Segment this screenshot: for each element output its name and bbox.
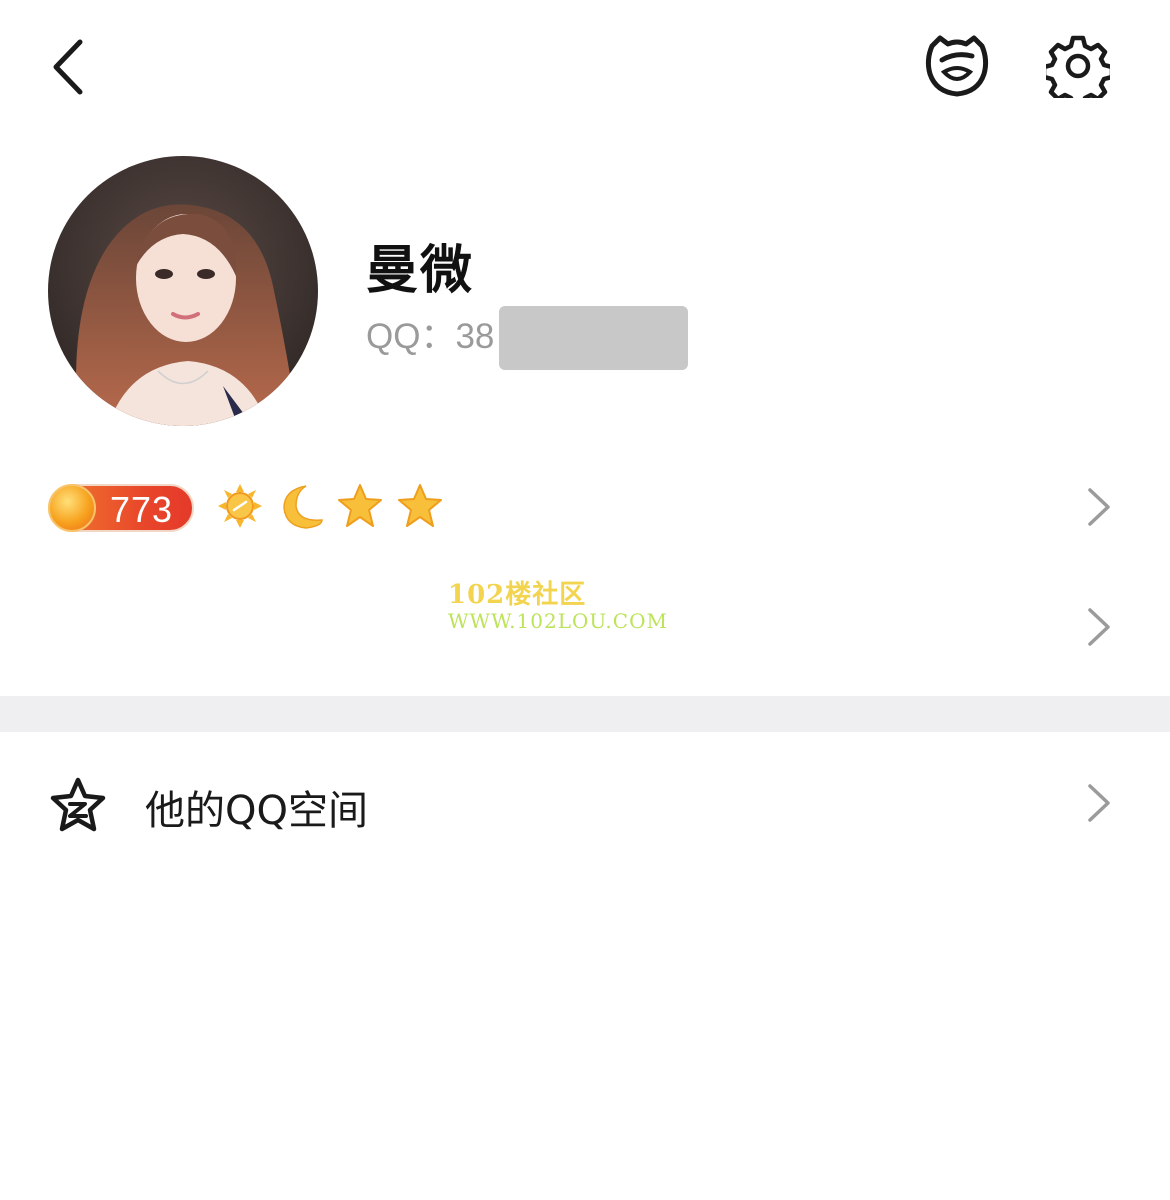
qq-number: QQ：38 bbox=[366, 308, 494, 359]
bell-coin-icon bbox=[48, 484, 96, 532]
watermark-title: 102楼社区 bbox=[448, 580, 587, 610]
watermark-url: WWW.102LOU.COM bbox=[448, 609, 668, 633]
top-bar bbox=[0, 0, 1170, 135]
star-icon bbox=[398, 484, 442, 527]
penguin-face-icon[interactable] bbox=[922, 34, 992, 98]
chevron-right-icon[interactable] bbox=[1084, 782, 1112, 824]
vip-number: 773 bbox=[110, 489, 174, 530]
qq-number-visible: QQ：38 bbox=[366, 317, 495, 356]
chevron-right-icon[interactable] bbox=[1084, 606, 1112, 648]
redaction-block bbox=[499, 306, 688, 370]
moon-icon bbox=[283, 485, 323, 529]
star-icon bbox=[338, 484, 382, 527]
avatar-photo bbox=[48, 156, 318, 426]
avatar[interactable] bbox=[48, 156, 318, 426]
chevron-right-icon[interactable] bbox=[1084, 486, 1112, 528]
gear-icon[interactable] bbox=[1046, 34, 1110, 98]
back-chevron-icon[interactable] bbox=[40, 32, 100, 102]
level-row[interactable]: 773 bbox=[0, 470, 1170, 546]
section-divider bbox=[0, 696, 1170, 732]
vip-badge: 773 bbox=[48, 484, 194, 532]
qzone-star-icon bbox=[50, 777, 106, 832]
qzone-row[interactable]: 他的QQ空间 bbox=[0, 732, 1170, 882]
sun-icon bbox=[218, 484, 262, 528]
watermark: 102楼社区 WWW.102LOU.COM bbox=[448, 574, 688, 633]
qzone-label: 他的QQ空间 bbox=[145, 788, 368, 834]
profile-name: 曼微 bbox=[366, 241, 475, 301]
